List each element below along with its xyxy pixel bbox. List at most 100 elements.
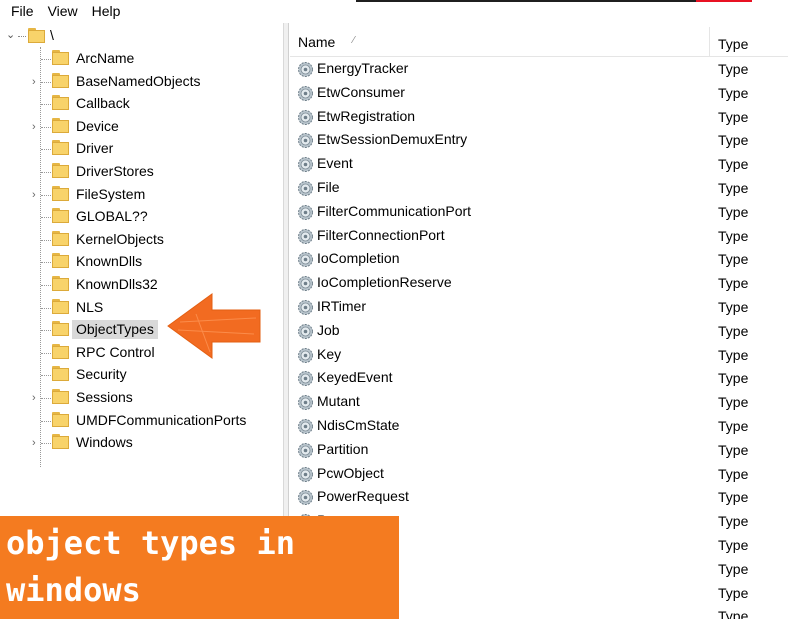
gear-icon [297, 61, 314, 78]
list-item[interactable]: EnergyTracker Type [290, 58, 788, 82]
list-item[interactable]: PcwObject Type [290, 463, 788, 487]
tree-item[interactable]: KnownDlls [0, 251, 283, 274]
list-item[interactable]: Job Type [290, 320, 788, 344]
tree-item-label: NLS [76, 298, 104, 315]
gear-icon [297, 442, 314, 459]
list-item[interactable]: NdisCmState Type [290, 415, 788, 439]
tree-list: ArcName › BaseNamedObjects Callback › Device D… [0, 48, 283, 455]
chevron-right-icon[interactable]: › [32, 76, 40, 88]
folder-icon [52, 298, 69, 314]
list-item-type: Type [718, 322, 749, 339]
column-header: Name ⁄ Type [290, 27, 788, 57]
tree-connector [41, 59, 51, 60]
tree-item[interactable]: › BaseNamedObjects [0, 71, 283, 94]
list-item[interactable]: IoCompletionReserve Type [290, 272, 788, 296]
list-item-name: Job [317, 321, 340, 338]
tree-item[interactable]: UMDFCommunicationPorts [0, 410, 283, 433]
tree-item[interactable]: KernelObjects [0, 229, 283, 252]
tree-root-label: \ [50, 27, 54, 43]
list-item-name: FilterCommunicationPort [317, 202, 472, 219]
tree-item-label: KnownDlls32 [76, 275, 158, 292]
list-item-type: Type [718, 417, 749, 434]
list-item[interactable]: File Type [290, 177, 788, 201]
menu-file[interactable]: File [4, 0, 41, 22]
chevron-down-icon[interactable]: ⌄ [6, 28, 15, 41]
list-item-name: IoCompletion [317, 250, 400, 267]
column-header-type[interactable]: Type [718, 36, 748, 52]
list-item[interactable]: Partition Type [290, 439, 788, 463]
tree-item[interactable]: GLOBAL?? [0, 206, 283, 229]
window-edge-dark [356, 0, 696, 2]
tree-item[interactable]: › Device [0, 116, 283, 139]
gear-icon [297, 466, 314, 483]
list-item[interactable]: KeyedEvent Type [290, 367, 788, 391]
tree-item[interactable]: › FileSystem [0, 184, 283, 207]
tree-connector [41, 307, 51, 309]
tree-item[interactable]: Security [0, 364, 283, 387]
tree-item-label: BaseNamedObjects [76, 72, 201, 89]
gear-icon [297, 418, 314, 435]
list-item[interactable]: EtwSessionDemuxEntry Type [290, 129, 788, 153]
tree-connector [41, 420, 51, 422]
folder-icon [52, 321, 69, 337]
gear-icon [297, 156, 314, 173]
folder-icon [52, 50, 69, 65]
tree-item-label: Windows [76, 434, 133, 451]
list-item[interactable]: FilterConnectionPort Type [290, 225, 788, 249]
list-item[interactable]: EtwRegistration Type [290, 106, 788, 130]
list-item[interactable]: Event Type [290, 153, 788, 177]
list-item[interactable]: EtwConsumer Type [290, 82, 788, 106]
gear-icon [297, 299, 314, 316]
column-header-name[interactable]: Name [298, 34, 335, 50]
list-item[interactable]: PowerRequest Type [290, 486, 788, 510]
list-item[interactable]: IoCompletion Type [290, 248, 788, 272]
chevron-right-icon[interactable]: › [32, 121, 40, 133]
tree-connector [41, 81, 51, 83]
tree-connector [41, 104, 51, 106]
tree-item[interactable]: › Sessions [0, 387, 283, 410]
list-item-type: Type [718, 394, 749, 411]
list-item-type: Type [718, 61, 749, 77]
column-divider[interactable] [709, 27, 710, 57]
tree-item[interactable]: Callback [0, 93, 283, 116]
orange-arrow-annotation [167, 293, 261, 359]
gear-icon [297, 275, 314, 292]
menu-bar: File View Help [0, 0, 788, 22]
menu-view[interactable]: View [41, 0, 85, 22]
tree-item[interactable]: DriverStores [0, 161, 283, 184]
tree-connector [41, 262, 51, 264]
gear-icon [297, 347, 314, 364]
tree-root[interactable]: ⌄ \ [0, 25, 100, 47]
list-item[interactable]: Key Type [290, 344, 788, 368]
list-item-type: Type [718, 227, 749, 244]
tree-connector [41, 397, 51, 399]
tree-item-label: Callback [76, 95, 130, 112]
tree-item[interactable]: Driver [0, 138, 283, 161]
list-item-type: Type [718, 179, 749, 196]
list-item[interactable]: FilterCommunicationPort Type [290, 201, 788, 225]
list-item-name: Event [317, 155, 353, 172]
folder-icon [52, 230, 69, 246]
gear-icon [297, 132, 314, 149]
chevron-right-icon[interactable]: › [32, 437, 40, 449]
caption-text: object types in windows [6, 524, 295, 609]
sort-indicator-icon: ⁄ [353, 35, 355, 46]
list-item-type: Type [718, 584, 749, 601]
list-item[interactable]: Mutant Type [290, 391, 788, 415]
list-item-name: Partition [317, 440, 369, 457]
tree-connector [41, 284, 51, 286]
chevron-right-icon[interactable]: › [32, 392, 40, 404]
list-item-name: IRTimer [317, 297, 366, 314]
gear-icon [297, 323, 314, 340]
chevron-right-icon[interactable]: › [32, 189, 40, 201]
list-item[interactable]: IRTimer Type [290, 296, 788, 320]
folder-icon [52, 275, 69, 291]
list-item-name: PcwObject [317, 464, 384, 481]
tree-item[interactable]: › Windows [0, 432, 283, 455]
menu-help[interactable]: Help [85, 0, 128, 22]
tree-item-label: Driver [76, 140, 114, 157]
list-item-type: Type [718, 298, 749, 315]
gear-icon [297, 204, 314, 221]
tree-item[interactable]: ArcName [0, 48, 283, 71]
list-item-type: Type [718, 108, 749, 125]
